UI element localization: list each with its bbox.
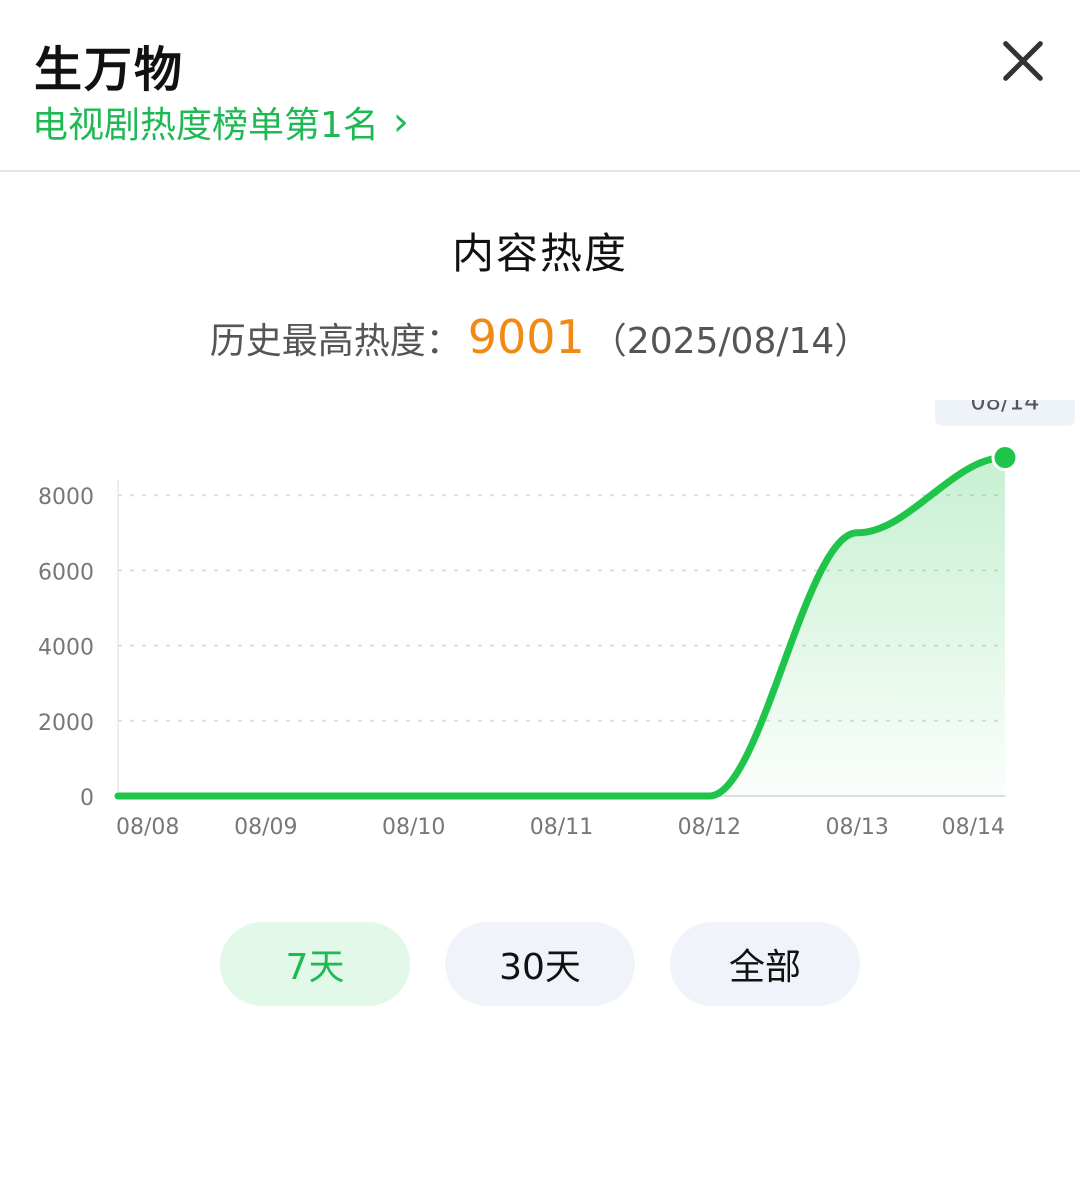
x-tick-label: 08/14 (942, 815, 1005, 840)
show-title: 生万物 (34, 42, 185, 98)
range-selector: 7天 30天 全部 (0, 922, 1080, 1006)
heat-chart: 0 2000 4000 6000 8000 08/08 08/09 08/10 08/11 08… (38, 400, 1075, 840)
peak-date: （2025/08/14） (590, 321, 871, 362)
ranking-link-label: 电视剧热度榜单第1名 (32, 105, 379, 146)
range-7-days-button[interactable]: 7天 (220, 922, 410, 1006)
chevron-right-icon: › (392, 99, 409, 145)
close-icon[interactable] (1000, 38, 1046, 84)
y-tick-label: 6000 (38, 560, 94, 585)
x-tick-label: 08/10 (382, 815, 445, 840)
peak-point[interactable] (991, 444, 1019, 472)
y-tick-label: 4000 (38, 636, 94, 661)
range-all-button[interactable]: 全部 (670, 922, 860, 1006)
x-tick-label: 08/11 (530, 815, 593, 840)
historical-peak: 历史最高热度： 9001 （2025/08/14） (0, 310, 1080, 364)
peak-label: 历史最高热度： (209, 321, 462, 362)
x-tick-label: 08/12 (678, 815, 741, 840)
tooltip-date: 08/14 (970, 400, 1039, 416)
range-30-days-button[interactable]: 30天 (445, 922, 635, 1006)
x-tick-label: 08/09 (234, 815, 297, 840)
heat-trend-sheet: 生万物 电视剧热度榜单第1名 › 内容热度 历史最高热度： 9001 （2025/0… (0, 0, 1080, 1182)
value-tooltip: 9001 08/14 (935, 400, 1075, 426)
y-tick-label: 0 (80, 786, 94, 811)
y-tick-label: 8000 (38, 485, 94, 510)
series-area (118, 457, 1005, 796)
sheet-header: 生万物 电视剧热度榜单第1名 › (0, 0, 1080, 172)
peak-value: 9001 (467, 310, 585, 364)
x-tick-label: 08/08 (116, 815, 179, 840)
x-tick-label: 08/13 (825, 815, 888, 840)
section-title: 内容热度 (451, 229, 628, 278)
y-tick-label: 2000 (38, 711, 94, 736)
ranking-link[interactable]: 电视剧热度榜单第1名 › (32, 96, 409, 148)
